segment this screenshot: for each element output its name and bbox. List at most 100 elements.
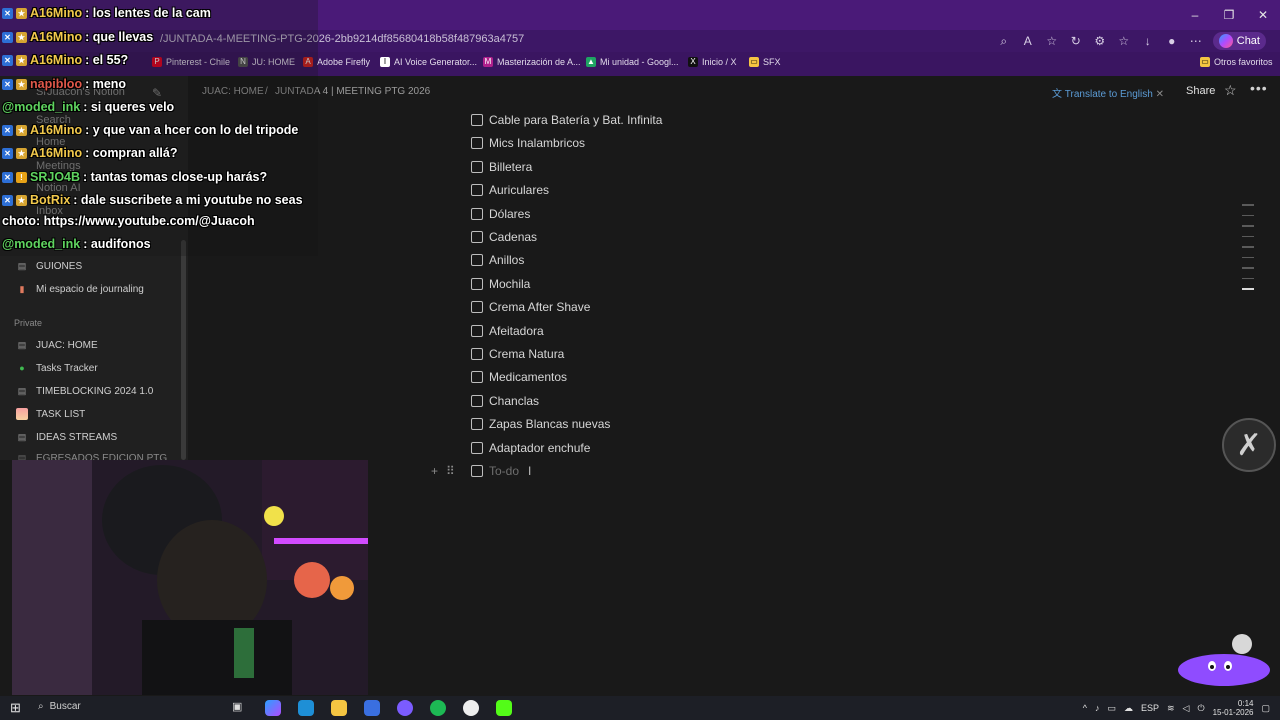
- bookmark-ai-voice[interactable]: I AI Voice Generator...: [380, 57, 477, 67]
- table-of-contents-minimap[interactable]: [1242, 204, 1254, 299]
- todo-label[interactable]: Auriculares: [489, 183, 549, 197]
- chat-username[interactable]: A16Mino: [30, 123, 82, 137]
- checkbox[interactable]: [471, 371, 483, 383]
- taskbar-search[interactable]: ⌕ Buscar: [38, 701, 81, 712]
- chat-username[interactable]: A16Mino: [30, 30, 82, 44]
- menu-dots-icon[interactable]: ⋯: [1189, 34, 1203, 48]
- checkbox[interactable]: [471, 301, 483, 313]
- cloud-icon[interactable]: ☁: [1124, 703, 1133, 714]
- todo-item[interactable]: Cadenas: [471, 230, 537, 244]
- bookmark-other-favorites[interactable]: ▭ Otros favoritos: [1200, 57, 1273, 67]
- add-block-icon[interactable]: +: [431, 464, 438, 478]
- chat-username[interactable]: BotRix: [30, 193, 70, 207]
- todo-item[interactable]: Zapas Blancas nuevas: [471, 417, 610, 431]
- sidebar-item-ideas-streams[interactable]: ▤ IDEAS STREAMS: [16, 431, 117, 443]
- obs-app-icon[interactable]: [463, 700, 479, 716]
- todo-label[interactable]: Chanclas: [489, 394, 539, 408]
- todo-label[interactable]: Billetera: [489, 160, 532, 174]
- chat-username[interactable]: A16Mino: [30, 6, 82, 20]
- chat-username[interactable]: A16Mino: [30, 53, 82, 67]
- todo-label[interactable]: Mochila: [489, 277, 530, 291]
- todo-label[interactable]: Zapas Blancas nuevas: [489, 417, 610, 431]
- read-aloud-icon[interactable]: A: [1021, 34, 1035, 48]
- todo-label[interactable]: Adaptador enchufe: [489, 441, 590, 455]
- copilot-app-icon[interactable]: [265, 700, 281, 716]
- language-indicator[interactable]: ESP: [1141, 703, 1159, 713]
- todo-item[interactable]: Medicamentos: [471, 370, 567, 384]
- clock[interactable]: 0:14 15-01-2026: [1213, 699, 1254, 717]
- bookmark-google-drive[interactable]: ▲ Mi unidad - Googl...: [586, 57, 679, 67]
- chat-username[interactable]: @moded_ink: [2, 237, 80, 251]
- bookmark-masterizacion[interactable]: M Masterización de A...: [483, 57, 581, 67]
- checkbox[interactable]: [471, 208, 483, 220]
- file-explorer-icon[interactable]: [331, 700, 347, 716]
- sidebar-item-juac-home[interactable]: ▤ JUAC: HOME: [16, 339, 98, 351]
- chat-username[interactable]: A16Mino: [30, 146, 82, 160]
- windows-start-icon[interactable]: ⊞: [10, 700, 21, 716]
- translate-button[interactable]: 文 Translate to English ✕: [1052, 85, 1164, 100]
- todo-label[interactable]: Anillos: [489, 253, 524, 267]
- microphone-icon[interactable]: ♪: [1095, 703, 1100, 713]
- kick-app-icon[interactable]: [496, 700, 512, 716]
- favorite-star-icon[interactable]: ☆: [1224, 82, 1237, 99]
- todo-item[interactable]: Dólares: [471, 207, 530, 221]
- todo-item[interactable]: Mics Inalambricos: [471, 136, 585, 150]
- tray-chevron-icon[interactable]: ^: [1083, 703, 1087, 713]
- todo-item[interactable]: Cable para Batería y Bat. Infinita: [471, 113, 662, 127]
- todo-label[interactable]: Cadenas: [489, 230, 537, 244]
- discord-app-icon[interactable]: [397, 700, 413, 716]
- todo-new[interactable]: To-do: [471, 464, 519, 478]
- store-app-icon[interactable]: [364, 700, 380, 716]
- todo-label[interactable]: Crema After Shave: [489, 300, 590, 314]
- chat-username[interactable]: @moded_ink: [2, 100, 80, 114]
- maximize-button[interactable]: ❐: [1212, 0, 1246, 30]
- checkbox[interactable]: [471, 442, 483, 454]
- checkbox[interactable]: [471, 395, 483, 407]
- close-icon[interactable]: ✕: [1156, 89, 1164, 100]
- profile-icon[interactable]: ●: [1165, 34, 1179, 48]
- sidebar-item-task-list[interactable]: TASK LIST: [16, 408, 85, 420]
- todo-label[interactable]: Mics Inalambricos: [489, 136, 585, 150]
- todo-label[interactable]: Dólares: [489, 207, 530, 221]
- sidebar-item-tasks-tracker[interactable]: ● Tasks Tracker: [16, 362, 97, 374]
- drag-handle-icon[interactable]: ⠿: [446, 464, 455, 478]
- notifications-icon[interactable]: ▢: [1261, 703, 1270, 714]
- refresh-icon[interactable]: ↻: [1069, 34, 1083, 48]
- favorite-star-icon[interactable]: ☆: [1045, 34, 1059, 48]
- checkbox[interactable]: [471, 278, 483, 290]
- chat-username[interactable]: SRJO4B: [30, 170, 80, 184]
- checkbox[interactable]: [471, 161, 483, 173]
- more-options-icon[interactable]: •••: [1250, 80, 1268, 96]
- todo-item[interactable]: Anillos: [471, 253, 524, 267]
- copilot-chat-button[interactable]: Chat: [1212, 32, 1266, 50]
- todo-label[interactable]: Afeitadora: [489, 324, 544, 338]
- todo-item[interactable]: Auriculares: [471, 183, 549, 197]
- todo-item[interactable]: Adaptador enchufe: [471, 441, 590, 455]
- bookmark-sfx[interactable]: ▭ SFX: [749, 57, 781, 67]
- checkbox[interactable]: [471, 184, 483, 196]
- share-button[interactable]: Share: [1186, 85, 1215, 97]
- todo-label[interactable]: Medicamentos: [489, 370, 567, 384]
- checkbox[interactable]: [471, 325, 483, 337]
- checkbox[interactable]: [471, 254, 483, 266]
- todo-label[interactable]: Crema Natura: [489, 347, 564, 361]
- minimize-button[interactable]: –: [1178, 0, 1212, 30]
- sidebar-item-guiones[interactable]: ▤ GUIONES: [16, 260, 82, 272]
- checkbox[interactable]: [471, 418, 483, 430]
- edge-app-icon[interactable]: [298, 700, 314, 716]
- checkbox[interactable]: [471, 114, 483, 126]
- sidebar-scrollbar[interactable]: [181, 240, 186, 460]
- extensions-icon[interactable]: ⚙: [1093, 34, 1107, 48]
- favorites-icon[interactable]: ☆: [1117, 34, 1131, 48]
- todo-placeholder[interactable]: To-do: [489, 464, 519, 478]
- todo-item[interactable]: Crema Natura: [471, 347, 564, 361]
- spotify-app-icon[interactable]: [430, 700, 446, 716]
- checkbox[interactable]: [471, 348, 483, 360]
- sidebar-item-journaling[interactable]: ▮ Mi espacio de journaling: [16, 283, 144, 295]
- download-icon[interactable]: ↓: [1141, 34, 1155, 48]
- bookmark-x[interactable]: X Inicio / X: [688, 57, 737, 67]
- todo-item[interactable]: Afeitadora: [471, 324, 544, 338]
- todo-item[interactable]: Billetera: [471, 160, 532, 174]
- x-logo-icon[interactable]: ✗: [1222, 418, 1276, 472]
- power-icon[interactable]: ⏻: [1197, 703, 1204, 714]
